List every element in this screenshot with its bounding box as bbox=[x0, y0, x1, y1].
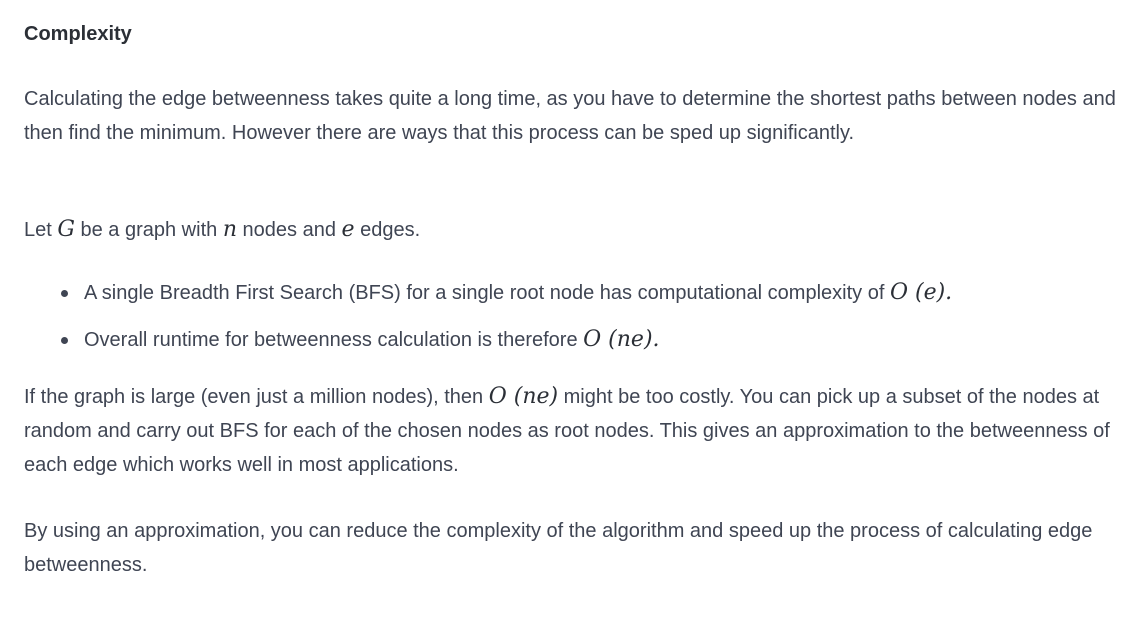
math-variable-n: n bbox=[222, 217, 237, 242]
text-segment: If the graph is large (even just a milli… bbox=[24, 386, 489, 408]
text-segment: edges. bbox=[354, 219, 421, 241]
list-item: Overall runtime for betweenness calculat… bbox=[24, 323, 1136, 370]
paragraph-approximation: By using an approximation, you can reduc… bbox=[24, 520, 1093, 576]
bullet-dot-icon bbox=[61, 337, 68, 344]
complexity-bullet-list: A single Breadth First Search (BFS) for … bbox=[24, 276, 1136, 370]
section-heading: Complexity bbox=[24, 23, 132, 45]
text-segment: be a graph with bbox=[74, 219, 223, 241]
math-variable-g: G bbox=[57, 217, 75, 242]
bullet-dot-icon bbox=[61, 290, 68, 297]
paragraph-large-graph: If the graph is large (even just a milli… bbox=[24, 380, 1136, 482]
bullet-text: Overall runtime for betweenness calculat… bbox=[84, 329, 584, 351]
text-segment: Let bbox=[24, 219, 58, 241]
bullet-text: A single Breadth First Search (BFS) for … bbox=[84, 282, 890, 304]
math-variable-e: e bbox=[341, 217, 355, 242]
paragraph-intro: Calculating the edge betweenness takes q… bbox=[24, 88, 1116, 144]
math-expression: O (ne) bbox=[488, 384, 559, 409]
math-expression: O (ne). bbox=[583, 327, 660, 352]
list-item: A single Breadth First Search (BFS) for … bbox=[24, 276, 1136, 323]
text-segment: nodes and bbox=[236, 219, 342, 241]
paragraph-graph-definition: Let G be a graph with n nodes and e edge… bbox=[24, 213, 1136, 247]
math-expression: O (e). bbox=[889, 280, 953, 305]
